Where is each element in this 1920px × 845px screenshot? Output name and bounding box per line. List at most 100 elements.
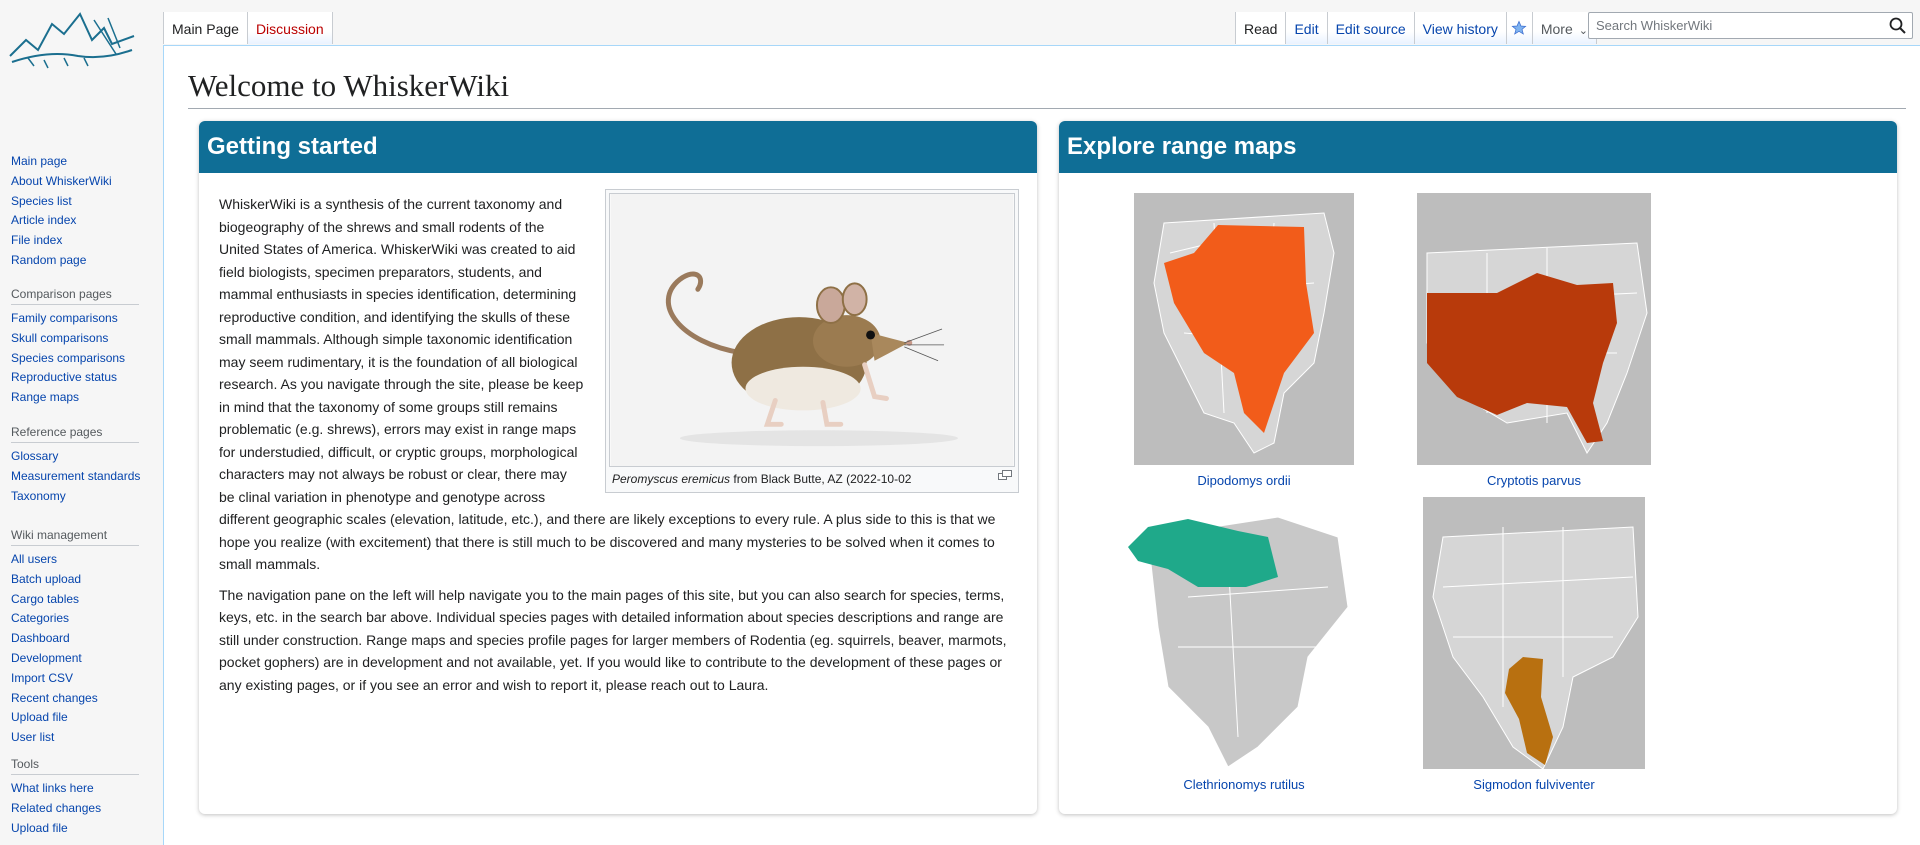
sidebar-item: Taxonomy (11, 487, 151, 507)
sidebar-item: User list (11, 728, 151, 748)
sidebar-link[interactable]: All users (11, 552, 57, 566)
sidebar-portal: Tools What links here Related changes Uploa… (11, 757, 151, 838)
sidebar-item: Related changes (11, 799, 151, 819)
sidebar-link[interactable]: Upload file (11, 821, 68, 835)
getting-started-card: Getting started Peromyscus eremicus from… (199, 121, 1037, 814)
image-thumbnail[interactable]: Peromyscus eremicus from Black Butte, AZ… (605, 189, 1019, 493)
sidebar-item: Reproductive status (11, 368, 151, 388)
sidebar-link[interactable]: Random page (11, 253, 86, 267)
sidebar-item: File index (11, 231, 151, 251)
tab-discussion[interactable]: Discussion (247, 12, 333, 44)
view-tabs: Read Edit Edit source View history More ⌄ (1235, 12, 1597, 44)
sidebar-link[interactable]: Range maps (11, 390, 79, 404)
image-caption: Peromyscus eremicus from Black Butte, AZ… (609, 467, 1015, 488)
range-map-caption-clethrionomys-rutilus[interactable]: Clethrionomys rutilus (1124, 777, 1364, 792)
tab-read[interactable]: Read (1235, 12, 1287, 44)
sidebar-link[interactable]: Categories (11, 611, 69, 625)
sidebar-item: Recent changes (11, 689, 151, 709)
sidebar-item: Random page (11, 251, 151, 271)
mouse-photo[interactable] (609, 193, 1015, 467)
sidebar-item: Upload file (11, 708, 151, 728)
range-map-caption-dipodomys-ordii[interactable]: Dipodomys ordii (1124, 473, 1364, 488)
sidebar-portal-heading: Reference pages (11, 425, 139, 443)
range-map-figure: Clethrionomys rutilus (1124, 497, 1364, 792)
sidebar-link[interactable]: Related changes (11, 801, 101, 815)
more-label: More (1540, 21, 1573, 37)
sidebar-item: Range maps (11, 388, 151, 408)
sidebar-item: All users (11, 550, 151, 570)
sidebar-item: Glossary (11, 447, 151, 467)
sidebar-item: Species comparisons (11, 349, 151, 369)
sidebar-link[interactable]: Batch upload (11, 572, 81, 586)
range-map-image[interactable] (1417, 193, 1651, 465)
sidebar-item: Upload file (11, 819, 151, 839)
sidebar-portal-heading: Comparison pages (11, 287, 139, 305)
range-map-caption-cryptotis-parvus[interactable]: Cryptotis parvus (1414, 473, 1654, 488)
tab-edit-source[interactable]: Edit source (1327, 12, 1415, 44)
namespace-tabs: Main Page Discussion (163, 12, 333, 44)
sidebar-item: Import CSV (11, 669, 151, 689)
caption-species: Peromyscus eremicus (612, 472, 731, 486)
sidebar-link[interactable]: Taxonomy (11, 489, 66, 503)
tab-view-history[interactable]: View history (1414, 12, 1507, 44)
whiskerwiki-logo[interactable] (8, 10, 136, 74)
sidebar-item: Family comparisons (11, 309, 151, 329)
sidebar-portal: Reference pages Glossary Measurement stand… (11, 425, 151, 506)
tab-main-page[interactable]: Main Page (163, 12, 248, 44)
sidebar-link[interactable]: Dashboard (11, 631, 70, 645)
sidebar: Main page About WhiskerWiki Species list Ar… (0, 0, 162, 845)
sidebar-portal-heading: Tools (11, 757, 139, 775)
navigation-paragraph: The navigation pane on the left will hel… (219, 586, 1007, 693)
range-map-figure: Sigmodon fulviventer (1414, 497, 1654, 792)
sidebar-link[interactable]: Upload file (11, 710, 68, 724)
sidebar-link[interactable]: Species list (11, 194, 72, 208)
sidebar-link[interactable]: File index (11, 233, 62, 247)
tab-edit[interactable]: Edit (1286, 12, 1328, 44)
sidebar-link[interactable]: Development (11, 651, 82, 665)
range-map-image[interactable] (1423, 497, 1645, 769)
sidebar-link[interactable]: About WhiskerWiki (11, 174, 112, 188)
search-icon[interactable] (1888, 16, 1908, 36)
sidebar-link[interactable]: Reproductive status (11, 370, 117, 384)
sidebar-item: Cargo tables (11, 590, 151, 610)
sidebar-item: Batch upload (11, 570, 151, 590)
range-maps-heading: Explore range maps (1059, 121, 1897, 173)
sidebar-main-nav: Main page About WhiskerWiki Species list Ar… (11, 152, 151, 271)
range-map-caption-sigmodon-fulviventer[interactable]: Sigmodon fulviventer (1414, 777, 1654, 792)
sidebar-link[interactable]: Cargo tables (11, 592, 79, 606)
sidebar-portal-heading: Wiki management (11, 528, 139, 546)
search-input[interactable] (1589, 13, 1879, 38)
sidebar-item: What links here (11, 779, 151, 799)
range-map-figure: Cryptotis parvus (1414, 193, 1654, 488)
sidebar-link[interactable]: Measurement standards (11, 469, 140, 483)
sidebar-portal: Wiki management All users Batch upload Carg… (11, 528, 151, 748)
range-maps-card: Explore range maps Dipodomys ordii Crypt… (1059, 121, 1897, 814)
sidebar-item: Main page (11, 152, 151, 172)
getting-started-body: Peromyscus eremicus from Black Butte, AZ… (219, 189, 1019, 704)
sidebar-item: Skull comparisons (11, 329, 151, 349)
sidebar-link[interactable]: Species comparisons (11, 351, 125, 365)
sidebar-link[interactable]: Skull comparisons (11, 331, 108, 345)
sidebar-item: Species list (11, 192, 151, 212)
sidebar-portal: Comparison pages Family comparisons Skull … (11, 287, 151, 408)
sidebar-link[interactable]: Article index (11, 213, 76, 227)
sidebar-item: Measurement standards (11, 467, 151, 487)
sidebar-item: Development (11, 649, 151, 669)
range-map-image[interactable] (1134, 193, 1354, 465)
sidebar-link[interactable]: Import CSV (11, 671, 73, 685)
sidebar-link[interactable]: Recent changes (11, 691, 98, 705)
range-map-image[interactable] (1128, 497, 1360, 769)
watch-star-icon[interactable] (1506, 12, 1533, 44)
sidebar-link[interactable]: Main page (11, 154, 67, 168)
chevron-down-icon: ⌄ (1578, 25, 1588, 37)
sidebar-item: About WhiskerWiki (11, 172, 151, 192)
sidebar-link[interactable]: User list (11, 730, 54, 744)
caption-location: from Black Butte, AZ (2022-10-02 (730, 472, 912, 486)
range-map-figure: Dipodomys ordii (1124, 193, 1364, 488)
sidebar-link[interactable]: Family comparisons (11, 311, 118, 325)
sidebar-item: Article index (11, 211, 151, 231)
sidebar-link[interactable]: What links here (11, 781, 94, 795)
sidebar-link[interactable]: Glossary (11, 449, 58, 463)
sidebar-item: Categories (11, 609, 151, 629)
enlarge-icon[interactable] (998, 470, 1012, 480)
